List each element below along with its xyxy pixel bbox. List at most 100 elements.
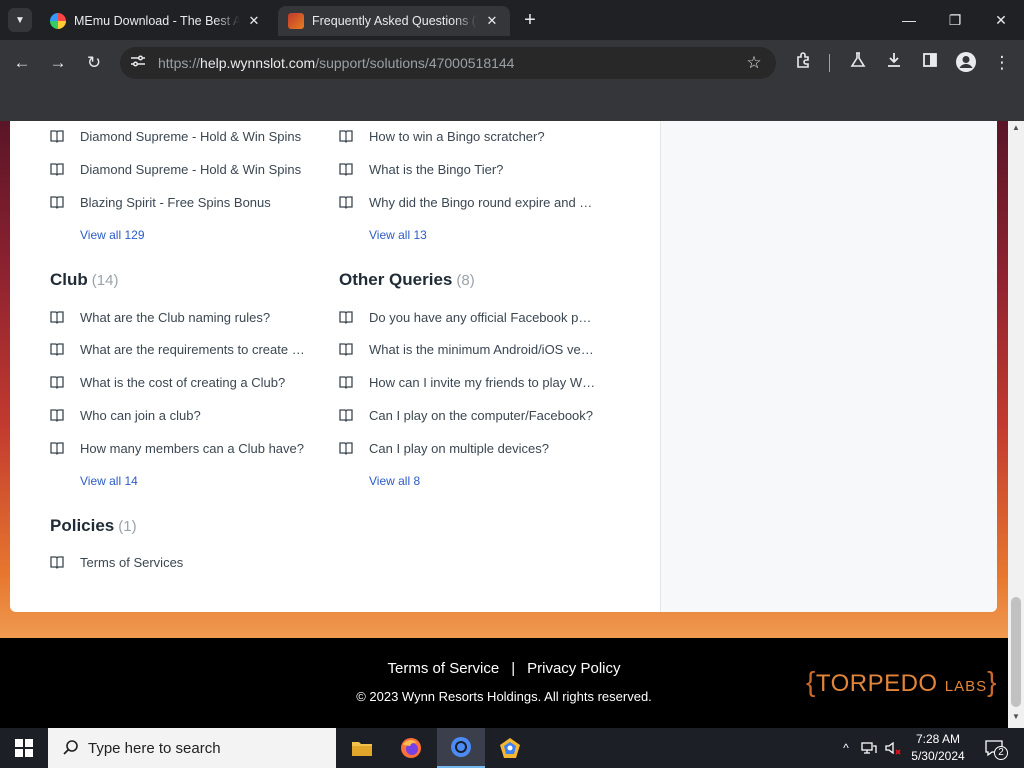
url-host: help.wynnslot.com [200, 55, 316, 71]
article-title: Can I play on the computer/Facebook? [369, 407, 594, 423]
logo-sub-text: LABS [944, 678, 988, 695]
article-title: Can I play on multiple devices? [369, 440, 549, 456]
wynnslot-favicon-icon [288, 13, 304, 29]
extensions-icon[interactable] [792, 51, 816, 75]
tab-search-button[interactable]: ▼ [8, 8, 32, 32]
site-info-icon[interactable] [128, 51, 148, 75]
view-all-link[interactable]: View all 13 [369, 228, 427, 242]
labs-flask-icon[interactable] [846, 51, 870, 75]
memu-icon [500, 738, 520, 758]
close-tab-icon[interactable]: ✕ [246, 13, 262, 29]
article-link[interactable]: Blazing Spirit - Free Spins Bonus [50, 192, 308, 212]
view-all-link[interactable]: View all 8 [369, 474, 420, 488]
privacy-policy-link[interactable]: Privacy Policy [527, 660, 620, 677]
site-footer: Terms of Service | Privacy Policy © 2023 W… [0, 638, 1008, 728]
new-tab-button[interactable]: + [518, 8, 542, 32]
memu-favicon-icon [50, 13, 66, 29]
book-icon [50, 409, 64, 422]
firefox-icon [401, 738, 421, 758]
network-icon[interactable] [858, 728, 880, 768]
search-placeholder: Type here to search [88, 739, 221, 757]
file-explorer-app[interactable] [338, 728, 386, 768]
book-icon [339, 163, 353, 176]
section-title-club[interactable]: Club (14) [50, 270, 118, 290]
chrome-app[interactable] [437, 728, 485, 768]
view-all-link[interactable]: View all 129 [80, 228, 145, 242]
search-icon [63, 740, 78, 755]
download-icon[interactable] [882, 51, 906, 75]
back-icon[interactable]: ← [10, 51, 34, 75]
article-link[interactable]: Diamond Supreme - Hold & Win Spins [50, 159, 308, 179]
bookmark-star-icon[interactable]: ☆ [742, 51, 766, 75]
close-tab-icon[interactable]: ✕ [484, 13, 500, 29]
book-icon [50, 442, 64, 455]
article-title: How to win a Bingo scratcher? [369, 128, 545, 144]
article-title: What is the Bingo Tier? [369, 161, 504, 177]
article-link[interactable]: What are the Club naming rules? [50, 307, 308, 327]
section-name: Other Queries [339, 270, 453, 289]
view-all-link[interactable]: View all 14 [80, 474, 138, 488]
section-count: (1) [118, 518, 137, 535]
article-link[interactable]: How can I invite my friends to play W… [339, 372, 597, 392]
start-button[interactable] [0, 728, 48, 768]
restore-button[interactable]: ❐ [932, 0, 978, 40]
article-link[interactable]: Why did the Bingo round expire and … [339, 192, 597, 212]
notification-center-icon[interactable]: 2 [980, 728, 1008, 768]
toolbar-divider [829, 54, 830, 72]
article-link[interactable]: What is the cost of creating a Club? [50, 372, 308, 392]
scroll-down-arrow-icon[interactable]: ▼ [1008, 712, 1024, 726]
article-title: How many members can a Club have? [80, 440, 304, 456]
reload-icon[interactable]: ↻ [82, 51, 106, 75]
article-link[interactable]: Who can join a club? [50, 405, 308, 425]
minimize-button[interactable]: — [886, 0, 932, 40]
scroll-up-arrow-icon[interactable]: ▲ [1008, 123, 1024, 137]
profile-avatar-icon[interactable] [954, 51, 978, 75]
page-scrollbar[interactable]: ▲ ▼ [1008, 121, 1024, 728]
scrollbar-thumb[interactable] [1011, 597, 1021, 707]
article-link[interactable]: How many members can a Club have? [50, 438, 308, 458]
article-title: Why did the Bingo round expire and … [369, 194, 593, 210]
clock-date: 5/30/2024 [911, 749, 965, 763]
book-icon [50, 163, 64, 176]
terms-of-service-link[interactable]: Terms of Service [388, 660, 500, 677]
tab-faq[interactable]: Frequently Asked Questions (FAQ) ✕ [278, 6, 510, 36]
book-icon [50, 130, 64, 143]
article-link[interactable]: What is the Bingo Tier? [339, 159, 597, 179]
article-link[interactable]: Can I play on multiple devices? [339, 438, 597, 458]
tab-memu[interactable]: MEmu Download - The Best Android Emulato… [40, 6, 272, 36]
firefox-app[interactable] [387, 728, 435, 768]
article-link[interactable]: How to win a Bingo scratcher? [339, 126, 597, 146]
forward-icon[interactable]: → [46, 51, 70, 75]
side-panel-icon[interactable] [918, 51, 942, 75]
article-link[interactable]: Do you have any official Facebook pa… [339, 307, 597, 327]
chevron-down-icon: ▼ [15, 14, 25, 26]
article-title: What is the cost of creating a Club? [80, 374, 286, 390]
article-title: Diamond Supreme - Hold & Win Spins [80, 161, 302, 177]
article-title: Terms of Services [80, 554, 184, 570]
close-window-button[interactable]: ✕ [978, 0, 1024, 40]
section-title-policies[interactable]: Policies (1) [50, 516, 137, 536]
memu-app[interactable] [486, 728, 534, 768]
system-clock[interactable]: 7:28 AM 5/30/2024 [900, 731, 976, 765]
logo-main-text: TORPEDO [815, 670, 938, 697]
article-link[interactable]: What are the requirements to create … [50, 339, 308, 359]
torpedo-labs-logo[interactable]: {TORPEDO LABS} [806, 666, 997, 698]
article-link[interactable]: Diamond Supreme - Hold & Win Spins [50, 126, 308, 146]
chrome-menu-icon[interactable]: ⋮ [990, 51, 1014, 75]
solutions-card: Diamond Supreme - Hold & Win Spins Diamo… [10, 121, 997, 612]
article-link[interactable]: Terms of Services [50, 552, 308, 572]
book-icon [50, 196, 64, 209]
section-title-other-queries[interactable]: Other Queries (8) [339, 270, 475, 290]
article-link[interactable]: Can I play on the computer/Facebook? [339, 405, 597, 425]
show-hidden-icons-chevron-icon[interactable]: ^ [836, 728, 856, 768]
article-link[interactable]: What is the minimum Android/iOS ve… [339, 339, 597, 359]
taskbar-search-box[interactable]: Type here to search [48, 728, 336, 768]
book-icon [50, 311, 64, 324]
url-text[interactable]: https://help.wynnslot.com/support/soluti… [158, 55, 514, 71]
article-title: Who can join a club? [80, 407, 201, 423]
chrome-icon [451, 737, 471, 757]
logo-brace-left: { [806, 666, 816, 697]
article-title: Blazing Spirit - Free Spins Bonus [80, 194, 271, 210]
right-sidebar-panel [660, 121, 997, 612]
logo-brace-right: } [987, 666, 997, 697]
